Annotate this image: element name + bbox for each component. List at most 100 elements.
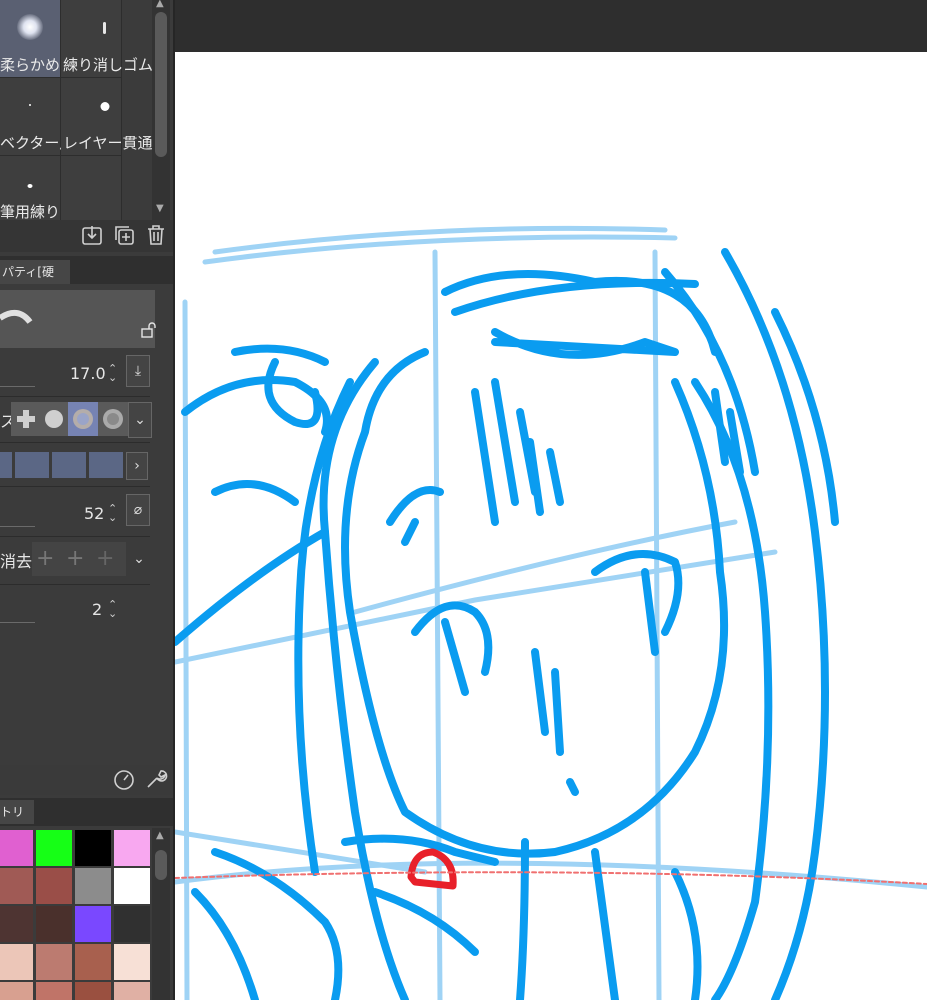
color-swatch[interactable] <box>114 830 150 866</box>
sketch-stroke <box>661 268 759 476</box>
color-swatch[interactable] <box>114 868 150 904</box>
color-swatch[interactable] <box>0 982 33 1000</box>
sketch-stroke <box>566 778 579 796</box>
size-spinner-icon[interactable]: ⌃ ⌄ <box>108 363 117 383</box>
brush-tile-2[interactable]: 練り消しゴム <box>61 0 154 78</box>
divider <box>0 486 150 487</box>
color-swatch[interactable] <box>75 830 111 866</box>
color-swatch[interactable] <box>75 944 111 980</box>
dot-icon <box>100 102 110 111</box>
property-footer <box>0 765 173 795</box>
sketch-stroke <box>371 888 479 956</box>
drawing-canvas[interactable] <box>175 52 927 1000</box>
erase-label: 消去 <box>0 552 33 571</box>
soft-brush-icon <box>17 14 43 40</box>
tip-shape-softer[interactable] <box>98 402 128 436</box>
sketch-stroke <box>231 344 329 366</box>
stabilization-value[interactable]: 2 <box>92 600 102 619</box>
color-swatch[interactable] <box>36 868 72 904</box>
plus-icon: + <box>96 546 115 571</box>
texture-slot-4[interactable] <box>89 452 123 478</box>
color-swatch[interactable] <box>0 868 33 904</box>
color-swatch[interactable] <box>36 906 72 942</box>
sketch-stroke <box>441 618 469 696</box>
hardness-slider-track[interactable] <box>0 526 35 527</box>
import-icon[interactable] <box>80 224 104 248</box>
palette-scrollbar[interactable]: ▲ <box>152 828 170 1000</box>
color-swatch[interactable] <box>0 830 33 866</box>
divider <box>0 584 150 585</box>
duplicate-icon[interactable] <box>112 224 136 248</box>
scroll-thumb[interactable] <box>155 12 167 157</box>
guide-line <box>202 234 678 265</box>
palette-tabbar: トリー <box>0 798 173 843</box>
size-slider-track[interactable] <box>0 386 35 387</box>
sketch-stroke <box>526 438 544 516</box>
brush-label: 筆用練り <box>0 203 61 221</box>
erase-mode-selector[interactable]: + + + <box>32 542 126 576</box>
small-dot-icon <box>29 104 31 106</box>
sketch-stroke <box>386 486 444 526</box>
wrench-icon[interactable] <box>144 767 168 795</box>
scroll-up-icon[interactable]: ▲ <box>156 0 164 9</box>
scroll-down-icon[interactable]: ▼ <box>156 203 164 214</box>
sketch-stroke <box>211 480 299 506</box>
sketch-stroke <box>491 378 519 506</box>
timer-icon[interactable] <box>112 767 136 795</box>
chevron-right-icon[interactable]: › <box>126 452 148 480</box>
plus-icon: + <box>36 546 55 571</box>
scroll-up-icon[interactable]: ▲ <box>156 830 164 841</box>
tip-shape-soft[interactable] <box>68 402 98 436</box>
color-swatch[interactable] <box>114 982 150 1000</box>
pressure-setting-icon[interactable]: ⌀ <box>126 494 150 526</box>
texture-slot-2[interactable] <box>15 452 49 478</box>
divider <box>0 442 150 443</box>
brush-scrollbar[interactable]: ▲ ▼ <box>152 0 170 220</box>
color-swatch[interactable] <box>75 906 111 942</box>
brush-stroke-preview <box>0 290 155 348</box>
texture-slot-1[interactable] <box>0 452 12 478</box>
color-swatch[interactable] <box>114 944 150 980</box>
divider <box>0 396 150 397</box>
brush-tile-4[interactable]: レイヤー貫通 <box>61 78 153 156</box>
canvas-top-bar <box>175 0 927 52</box>
brush-label: レイヤー貫通 <box>63 134 153 152</box>
sketch-drawing <box>175 225 927 1000</box>
unlock-icon[interactable] <box>140 322 156 342</box>
brush-tile-3[interactable]: ベクター用 <box>0 78 75 156</box>
sketch-stroke <box>641 568 659 656</box>
brush-tile-5[interactable]: 筆用練り <box>0 156 61 221</box>
sketch-stroke <box>591 848 619 1000</box>
tab-tool-property[interactable]: パティ[硬め] <box>0 260 70 303</box>
trash-icon[interactable] <box>144 224 168 248</box>
brush-label: 練り消しゴム <box>63 56 154 74</box>
color-swatch[interactable] <box>36 830 72 866</box>
count-spinner-icon[interactable]: ⌃ ⌄ <box>108 599 117 619</box>
hardness-spinner-icon[interactable]: ⌃ ⌄ <box>108 503 117 523</box>
brush-size-value[interactable]: 17.0 <box>70 364 106 383</box>
color-swatch[interactable] <box>36 982 72 1000</box>
chevron-down-icon[interactable]: ⌄ <box>128 542 150 576</box>
texture-slot-3[interactable] <box>52 452 86 478</box>
size-preset-down-icon[interactable]: ⤓ <box>126 355 150 387</box>
color-swatch[interactable] <box>0 906 33 942</box>
brush-tile-1[interactable]: 柔らかめ <box>0 0 61 78</box>
scroll-thumb[interactable] <box>155 850 167 880</box>
color-swatch[interactable] <box>0 944 33 980</box>
color-swatch[interactable] <box>36 944 72 980</box>
color-swatch[interactable] <box>75 868 111 904</box>
tip-shape-hard[interactable] <box>11 402 41 436</box>
brush-label: ベクター用 <box>0 134 75 152</box>
tab-color-history[interactable]: トリー <box>0 800 34 843</box>
tip-shape-circle[interactable] <box>41 402 71 436</box>
color-swatch[interactable] <box>114 906 150 942</box>
brush-hardness-value[interactable]: 52 <box>84 504 104 523</box>
sketch-stroke <box>531 648 549 736</box>
chevron-down-icon[interactable]: ⌄ <box>128 402 152 438</box>
sketch-stroke <box>591 550 683 636</box>
color-swatch[interactable] <box>75 982 111 1000</box>
brush-tile-6[interactable] <box>61 156 122 221</box>
count-slider-track[interactable] <box>0 622 35 623</box>
brush-panel: 柔らかめ 練り消しゴム ベクター用 レイヤー貫通 筆用練り ▲ ▼ パティ[硬め… <box>0 0 173 1000</box>
brush-toolbar <box>0 220 173 252</box>
